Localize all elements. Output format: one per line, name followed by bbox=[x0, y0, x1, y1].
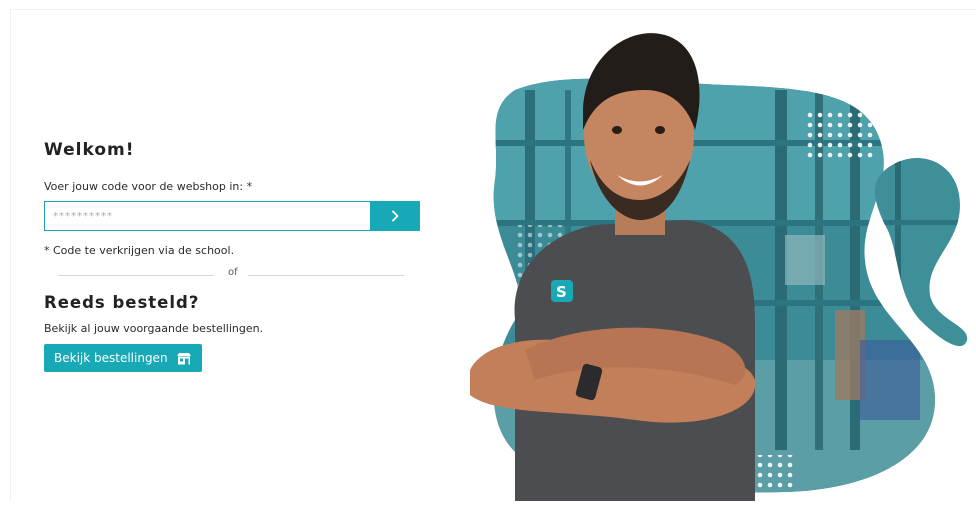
view-orders-label: Bekijk bestellingen bbox=[54, 351, 168, 365]
store-icon bbox=[176, 352, 191, 364]
welcome-title: Welkom! bbox=[44, 140, 135, 160]
view-orders-button[interactable]: Bekijk bestellingen bbox=[44, 344, 202, 372]
divider-line-right bbox=[248, 275, 404, 276]
code-form bbox=[44, 201, 420, 231]
code-input[interactable] bbox=[44, 201, 370, 231]
divider-line-left bbox=[58, 275, 214, 276]
shirt-logo: S bbox=[556, 283, 567, 301]
chevron-right-icon bbox=[392, 210, 399, 222]
orders-description: Bekijk al jouw voorgaande bestellingen. bbox=[44, 322, 264, 335]
code-label: Voer jouw code voor de webshop in: * bbox=[44, 180, 253, 193]
hero-image: S bbox=[455, 20, 976, 501]
hero-illustration: S bbox=[470, 33, 968, 501]
code-note: * Code te verkrijgen via de school. bbox=[44, 244, 235, 257]
dot-pattern-top bbox=[805, 108, 875, 158]
or-divider: of bbox=[58, 267, 418, 283]
submit-code-button[interactable] bbox=[370, 201, 420, 231]
login-panel: Welkom! Voer jouw code voor de webshop i… bbox=[44, 140, 424, 372]
divider-text: of bbox=[228, 267, 238, 278]
orders-title: Reeds besteld? bbox=[44, 293, 200, 312]
